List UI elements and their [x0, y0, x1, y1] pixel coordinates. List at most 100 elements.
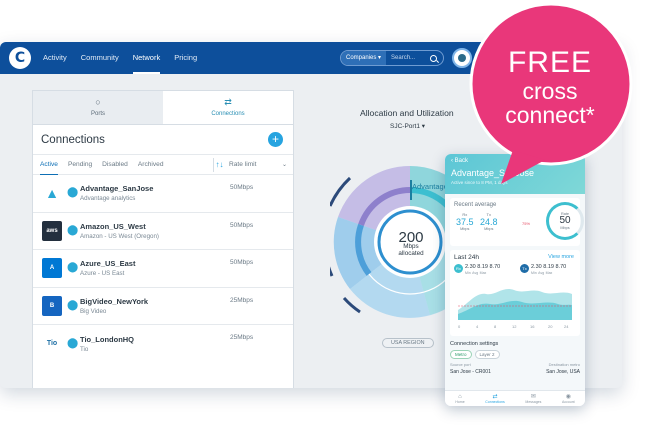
filter-active[interactable]: Active [40, 155, 58, 175]
rx-unit: Mbps [460, 227, 470, 231]
connection-rate: 50Mbps [230, 221, 254, 229]
tab-account-label: Account [562, 399, 575, 404]
rx-badge: Rx [454, 264, 463, 273]
tab-connections[interactable]: ⇄ Connections [163, 91, 293, 124]
app-logo[interactable]: C [9, 47, 31, 69]
destination-metro-label: Destination metro [548, 362, 580, 367]
table-row[interactable]: aws ⬤ Amazon_US_West Amazon - US West (Or… [33, 213, 293, 250]
location-pin-icon: ⬤ [67, 224, 79, 236]
connection-name: Advantage_SanJose [80, 184, 154, 194]
x-tick: 16 [530, 324, 535, 329]
port-icon: ○ [95, 97, 101, 107]
connections-header: Connections + [33, 125, 293, 155]
tab-connections-mobile[interactable]: ⇄ Connections [485, 394, 504, 404]
mobile-tab-bar: ⌂ Home ⇄ Connections ✉ Messages ◉ Account [445, 390, 585, 406]
x-tick: 8 [494, 324, 497, 329]
table-row[interactable]: Tio ⬤ Tio_LondonHQ Tio 25Mbps [33, 325, 293, 363]
connection-company: Big Video [80, 307, 107, 315]
filter-pending[interactable]: Pending [68, 155, 92, 175]
location-pin-icon: ⬤ [67, 187, 79, 199]
tab-ports[interactable]: ○ Ports [33, 91, 163, 124]
promo-line-1: FREE [507, 46, 592, 79]
nav-network[interactable]: Network [132, 42, 160, 74]
connection-name: Azure_US_East [80, 259, 136, 269]
port-select[interactable]: SJC-Port1 ▾ [390, 122, 425, 130]
source-port-value: San Jose - CR001 [450, 369, 491, 375]
settings-chips: Metro Layer 2 [450, 350, 580, 359]
bigvideo-logo: B [42, 295, 62, 316]
chip-layer2[interactable]: Layer 2 [474, 350, 500, 359]
tx-max: 8.70 [555, 264, 567, 270]
nav-pricing[interactable]: Pricing [174, 42, 197, 74]
search-icon[interactable] [430, 54, 437, 62]
aws-logo: aws [42, 220, 62, 241]
source-port-label: Source port [450, 362, 471, 367]
tab-messages-label: Messages [525, 399, 542, 404]
tab-home[interactable]: ⌂ Home [455, 394, 464, 404]
utilization-percent: 75% [522, 221, 531, 226]
traffic-area-chart[interactable]: 0 4 8 12 16 20 24 [458, 280, 572, 330]
search-input[interactable]: Search... [386, 55, 430, 61]
location-pin-icon: ⬤ [67, 299, 79, 311]
promo-line-3: connect* [505, 102, 595, 128]
tab-connections-label: Connections [211, 111, 245, 117]
rx-max: 8.70 [489, 264, 501, 270]
connections-icon: ⇄ [224, 97, 232, 107]
tab-messages[interactable]: ✉ Messages [525, 394, 541, 404]
allocation-title: Allocation and Utilization [360, 108, 454, 118]
tx-max-label: Max [545, 271, 553, 275]
tab-connections-mobile-label: Connections [485, 399, 505, 404]
location-pin-icon: ⬤ [67, 337, 79, 349]
x-tick: 24 [564, 324, 569, 329]
panel-title: Connections [41, 133, 105, 146]
tab-account[interactable]: ◉ Account [562, 394, 575, 404]
search-scope-select[interactable]: Companies ▾ [341, 51, 387, 65]
connection-rate: 50Mbps [230, 184, 254, 191]
nav-community[interactable]: Community [81, 42, 119, 74]
connection-rate: 25Mbps [230, 296, 254, 304]
tx-min-label: Min [531, 271, 537, 275]
allocated-unit: Mbps [403, 243, 419, 250]
last-24h-card: Last 24h View more Rx 2.30 8.19 8.70 Min … [450, 250, 580, 336]
nav-activity[interactable]: Activity [43, 42, 67, 74]
connection-list: ▲ ⬤ Advantage_SanJose Advantage analytics… [33, 175, 293, 363]
recent-average-card: Recent average Rx 37.5 Mbps Tx 24.8 Mbps 75%… [450, 198, 584, 246]
outer-tick-2 [330, 266, 334, 277]
tx-avg: 8.19 [543, 264, 554, 270]
table-row[interactable]: A ⬤ Azure_US_East Azure - US East 50Mbps [33, 250, 293, 288]
tx-unit: Mbps [484, 227, 494, 231]
table-row[interactable]: B ⬤ BigVideo_NewYork Big Video 25Mbps [33, 288, 293, 325]
rx-min: 2.30 [465, 264, 476, 270]
tx-avg-label: Avg [538, 271, 545, 275]
connection-name: Tio_LondonHQ [80, 334, 135, 344]
x-tick: 12 [512, 324, 517, 329]
filter-bar: Active Pending Disabled Archived ↑↓ Rate… [33, 155, 293, 175]
tx-badge: Tx [520, 264, 529, 273]
filter-disabled[interactable]: Disabled [102, 155, 128, 175]
connection-settings-title: Connection settings [450, 341, 499, 347]
table-row[interactable]: ▲ ⬤ Advantage_SanJose Advantage analytics… [33, 175, 293, 213]
connections-panel: ○ Ports ⇄ Connections Connections + Acti… [32, 90, 294, 388]
connection-rate: 50Mbps [230, 259, 254, 266]
add-connection-button[interactable]: + [268, 132, 283, 147]
chevron-down-icon[interactable]: ⌄ [282, 155, 287, 175]
rx-max-label: Max [479, 271, 487, 275]
view-more-link[interactable]: View more [548, 254, 574, 260]
search-scope-label: Companies [346, 55, 377, 61]
chip-metro[interactable]: Metro [450, 350, 472, 359]
connection-company: Amazon - US West (Oregon) [80, 232, 159, 240]
rate-limit-header[interactable]: Rate limit [229, 155, 256, 175]
promo-line-2: cross [522, 78, 578, 104]
sort-icon[interactable]: ↑↓ [213, 158, 225, 172]
advantage-logo: ▲ [45, 185, 59, 202]
rx-avg: 8.19 [477, 264, 488, 270]
rx-min-label: Min [465, 271, 471, 275]
ring-value: 50 [559, 215, 571, 226]
x-tick: 4 [476, 324, 479, 329]
settings-values: San Jose - CR001 San Jose, USA [450, 369, 580, 375]
region-badge[interactable]: USA REGION [382, 338, 434, 348]
tx-min: 2.30 [531, 264, 542, 270]
filter-archived[interactable]: Archived [138, 155, 164, 175]
port-label: SJC-Port1 [390, 123, 420, 130]
tx-stats: 2.30 8.19 8.70 Min Avg Max [531, 264, 566, 276]
